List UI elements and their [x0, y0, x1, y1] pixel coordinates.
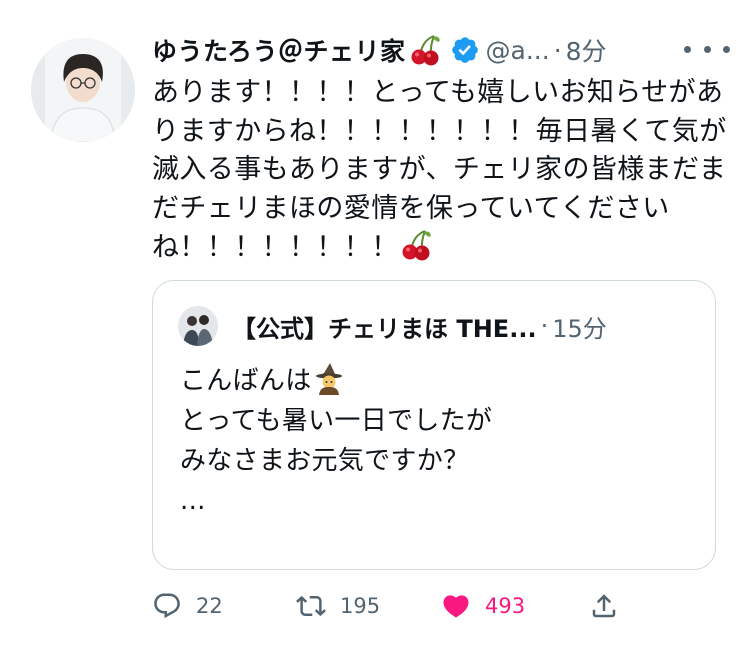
tweet-header: ゆうたろう＠チェリ家 @a... · 8分	[152, 30, 730, 70]
like-count: 493	[485, 594, 526, 618]
separator-dot: ·	[540, 312, 549, 340]
reply-icon	[154, 593, 180, 619]
author-avatar[interactable]	[31, 38, 135, 142]
verified-badge-icon	[451, 37, 478, 63]
reply-count: 22	[196, 594, 223, 618]
quoted-text-body: とっても暑い一日でしたが みなさまお元気ですか？ ...	[180, 406, 493, 516]
tweet-body-text: あります！！！！とっても嬉しいお知らせがありますからね！！！！！！！！毎日暑くて…	[152, 77, 727, 263]
separator-dot: ·	[553, 35, 562, 65]
quoted-tweet-text: こんばんは とっても暑い一日でしたが みなさまお元気ですか？ ...	[180, 361, 690, 521]
quoted-author-name[interactable]: 【公式】チェリまほ THE...	[232, 309, 537, 344]
quoted-tweet[interactable]: 【公式】チェリまほ THE... · 15分 こんばんは とっても暑い一日でした…	[152, 280, 716, 570]
more-icon[interactable]	[684, 34, 730, 64]
cherry-emoji	[408, 33, 442, 67]
author-name[interactable]: ゆうたろう＠チェリ家	[152, 32, 406, 68]
tweet-body: あります！！！！とっても嬉しいお知らせがありますからね！！！！！！！！毎日暑くて…	[152, 74, 732, 268]
quoted-text-greeting: こんばんは	[180, 366, 312, 396]
quoted-tweet-time[interactable]: 15分	[552, 309, 607, 344]
quoted-tweet-header: 【公式】チェリまほ THE... · 15分	[178, 306, 607, 346]
retweet-count: 195	[340, 594, 381, 618]
quoted-author-avatar[interactable]	[178, 306, 218, 346]
cherry-emoji	[399, 228, 433, 262]
tweet-time[interactable]: 8分	[566, 32, 607, 68]
retweet-icon	[296, 595, 326, 617]
action-bar: 22 195 493	[152, 586, 732, 626]
like-icon	[443, 595, 469, 618]
reply-button[interactable]: 22	[152, 586, 223, 626]
share-icon	[592, 594, 616, 618]
author-handle[interactable]: @a...	[486, 36, 550, 65]
tweet[interactable]: ゆうたろう＠チェリ家 @a... · 8分 あります！！！！とっても嬉しいお知ら…	[0, 0, 750, 657]
retweet-button[interactable]: 195	[296, 586, 380, 626]
witch-emoji	[312, 361, 346, 395]
share-button[interactable]	[589, 586, 619, 626]
like-button[interactable]: 493	[441, 586, 525, 626]
